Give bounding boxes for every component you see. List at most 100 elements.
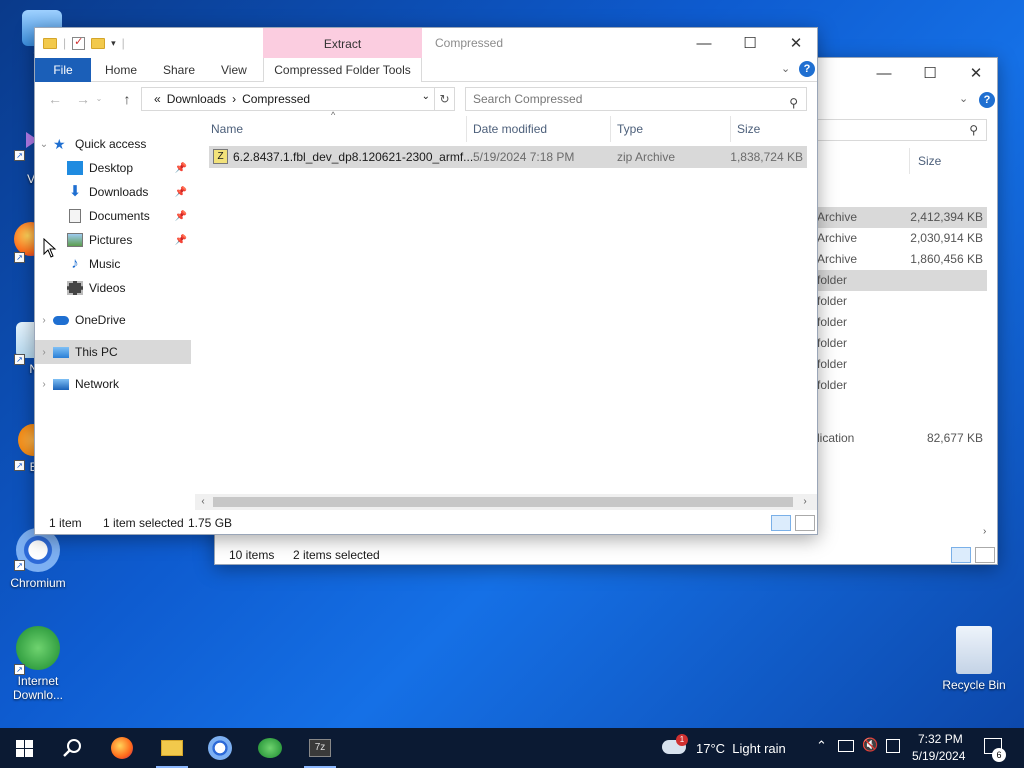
- close-button[interactable]: ✕: [773, 28, 817, 58]
- chevron-right-icon[interactable]: ›: [35, 347, 53, 358]
- internet-download-manager-desktop-icon[interactable]: Internet Downlo...: [0, 626, 76, 702]
- maximize-button[interactable]: ☐: [907, 58, 953, 88]
- taskbar: 7z 1 17°C Light rain ⌃ 🔇 7:32 PM 5/19/20…: [0, 728, 1024, 768]
- pin-icon[interactable]: 📌: [175, 235, 187, 246]
- table-row[interactable]: lication 82,677 KB: [815, 428, 987, 449]
- tab-view[interactable]: View: [221, 58, 247, 82]
- table-row[interactable]: folder: [815, 291, 987, 312]
- table-row[interactable]: Archive 2,412,394 KB: [815, 207, 987, 228]
- column-header-size[interactable]: Size: [731, 116, 811, 142]
- sidebar-item-desktop[interactable]: Desktop 📌: [35, 156, 191, 180]
- row-type: Archive: [817, 210, 858, 224]
- ribbon-expand-icon[interactable]: ⌄: [959, 92, 968, 105]
- start-button[interactable]: [0, 728, 48, 768]
- taskbar-file-explorer[interactable]: [148, 728, 196, 768]
- table-row[interactable]: Archive 1,860,456 KB: [815, 249, 987, 270]
- recycle-bin-desktop-icon[interactable]: Recycle Bin: [936, 626, 1012, 692]
- search-box[interactable]: ⚲: [815, 119, 987, 141]
- clock-time[interactable]: 7:32 PM: [918, 732, 963, 746]
- customize-toolbar-icon[interactable]: ▾: [111, 38, 116, 49]
- scroll-right-arrow[interactable]: ›: [797, 494, 813, 510]
- clock-date[interactable]: 5/19/2024: [912, 749, 965, 763]
- search-placeholder: Search Compressed: [473, 92, 583, 106]
- seven-zip-icon: 7z: [309, 739, 331, 757]
- properties-icon[interactable]: ✓: [72, 36, 86, 50]
- table-row[interactable]: folder: [815, 354, 987, 375]
- column-header-name[interactable]: Name: [205, 116, 467, 142]
- sidebar-item-documents[interactable]: Documents 📌: [35, 204, 191, 228]
- table-row[interactable]: folder: [815, 270, 987, 291]
- help-icon[interactable]: ?: [979, 92, 995, 108]
- large-icons-view-button[interactable]: [975, 547, 995, 563]
- tab-file[interactable]: File: [35, 58, 91, 82]
- refresh-button[interactable]: ↻: [435, 87, 455, 111]
- scrollbar-thumb[interactable]: [213, 497, 793, 507]
- minimize-button[interactable]: —: [681, 28, 727, 58]
- column-header-type[interactable]: Type: [611, 116, 731, 142]
- breadcrumb-overflow[interactable]: «: [154, 92, 161, 106]
- sidebar-item-pictures[interactable]: Pictures 📌: [35, 228, 191, 252]
- sidebar-item-this-pc[interactable]: › This PC: [35, 340, 191, 364]
- volume-muted-icon[interactable]: 🔇: [862, 737, 878, 753]
- sidebar-item-onedrive[interactable]: › OneDrive: [35, 308, 191, 332]
- details-view-button[interactable]: [951, 547, 971, 563]
- sidebar-item-downloads[interactable]: ⬇ Downloads 📌: [35, 180, 191, 204]
- extract-context-tab[interactable]: Extract: [263, 28, 422, 58]
- column-header-size[interactable]: Size: [909, 148, 991, 174]
- address-dropdown-icon[interactable]: ⌄: [422, 91, 430, 102]
- new-folder-icon[interactable]: [91, 37, 106, 49]
- scroll-right-arrow[interactable]: ›: [983, 526, 986, 537]
- recent-locations-button[interactable]: ⌄: [93, 90, 105, 108]
- forward-button[interactable]: →: [73, 90, 93, 108]
- sidebar-item-network[interactable]: › Network: [35, 372, 191, 396]
- tab-compressed-folder-tools[interactable]: Compressed Folder Tools: [263, 58, 422, 82]
- pin-icon[interactable]: 📌: [175, 187, 187, 198]
- pin-icon[interactable]: 📌: [175, 163, 187, 174]
- breadcrumb-compressed[interactable]: Compressed: [242, 92, 310, 106]
- search-button[interactable]: [48, 728, 96, 768]
- firefox-icon: [111, 737, 133, 759]
- taskbar-firefox[interactable]: [98, 728, 146, 768]
- sidebar-item-videos[interactable]: Videos: [35, 276, 191, 300]
- ribbon-expand-icon[interactable]: ⌄: [781, 62, 790, 75]
- large-icons-view-button[interactable]: [795, 515, 815, 531]
- show-hidden-icons-button[interactable]: ⌃: [816, 738, 827, 754]
- table-row[interactable]: folder: [815, 312, 987, 333]
- scroll-left-arrow[interactable]: ‹: [195, 494, 211, 510]
- taskbar-internet-download-manager[interactable]: [246, 728, 294, 768]
- breadcrumb-separator[interactable]: ›: [232, 92, 236, 106]
- back-button[interactable]: ←: [45, 90, 65, 108]
- pin-icon[interactable]: 📌: [175, 211, 187, 222]
- sidebar-item-music[interactable]: ♪ Music: [35, 252, 191, 276]
- table-row[interactable]: folder: [815, 375, 987, 396]
- minimize-button[interactable]: —: [861, 58, 907, 88]
- table-row[interactable]: Archive 2,030,914 KB: [815, 228, 987, 249]
- details-view-button[interactable]: [771, 515, 791, 531]
- compressed-explorer-window[interactable]: | ✓ ▾ | Extract Compressed — ☐ ✕ File Ho…: [34, 27, 818, 535]
- taskbar-7zip[interactable]: 7z: [296, 728, 344, 768]
- sidebar-item-quick-access[interactable]: ⌄ ★ Quick access: [35, 132, 191, 156]
- chromium-desktop-icon[interactable]: Chromium: [0, 528, 76, 590]
- chevron-right-icon[interactable]: ›: [35, 315, 53, 326]
- network-tray-icon[interactable]: [838, 740, 854, 752]
- close-button[interactable]: ✕: [953, 58, 997, 88]
- breadcrumb-downloads[interactable]: Downloads: [167, 92, 226, 106]
- tab-home[interactable]: Home: [105, 58, 137, 82]
- row-type: lication: [817, 431, 855, 445]
- up-button[interactable]: ↑: [117, 90, 137, 108]
- weather-widget[interactable]: 1 17°C Light rain: [662, 734, 802, 760]
- search-input[interactable]: Search Compressed ⚲: [465, 87, 807, 111]
- horizontal-scrollbar[interactable]: ‹ ›: [195, 494, 817, 510]
- chevron-down-icon[interactable]: ⌄: [35, 139, 53, 150]
- taskbar-chromium[interactable]: [196, 728, 244, 768]
- row-size: 2,412,394 KB: [910, 210, 983, 224]
- column-header-date[interactable]: Date modified: [467, 116, 611, 142]
- language-tray-icon[interactable]: [886, 739, 900, 753]
- table-row[interactable]: folder: [815, 333, 987, 354]
- maximize-button[interactable]: ☐: [727, 28, 773, 58]
- tab-share[interactable]: Share: [163, 58, 195, 82]
- chevron-right-icon[interactable]: ›: [35, 379, 53, 390]
- table-row[interactable]: Z 6.2.8437.1.fbl_dev_dp8.120621-2300_arm…: [209, 146, 807, 168]
- help-icon[interactable]: ?: [799, 61, 815, 77]
- address-bar[interactable]: « Downloads › Compressed ⌄: [141, 87, 435, 111]
